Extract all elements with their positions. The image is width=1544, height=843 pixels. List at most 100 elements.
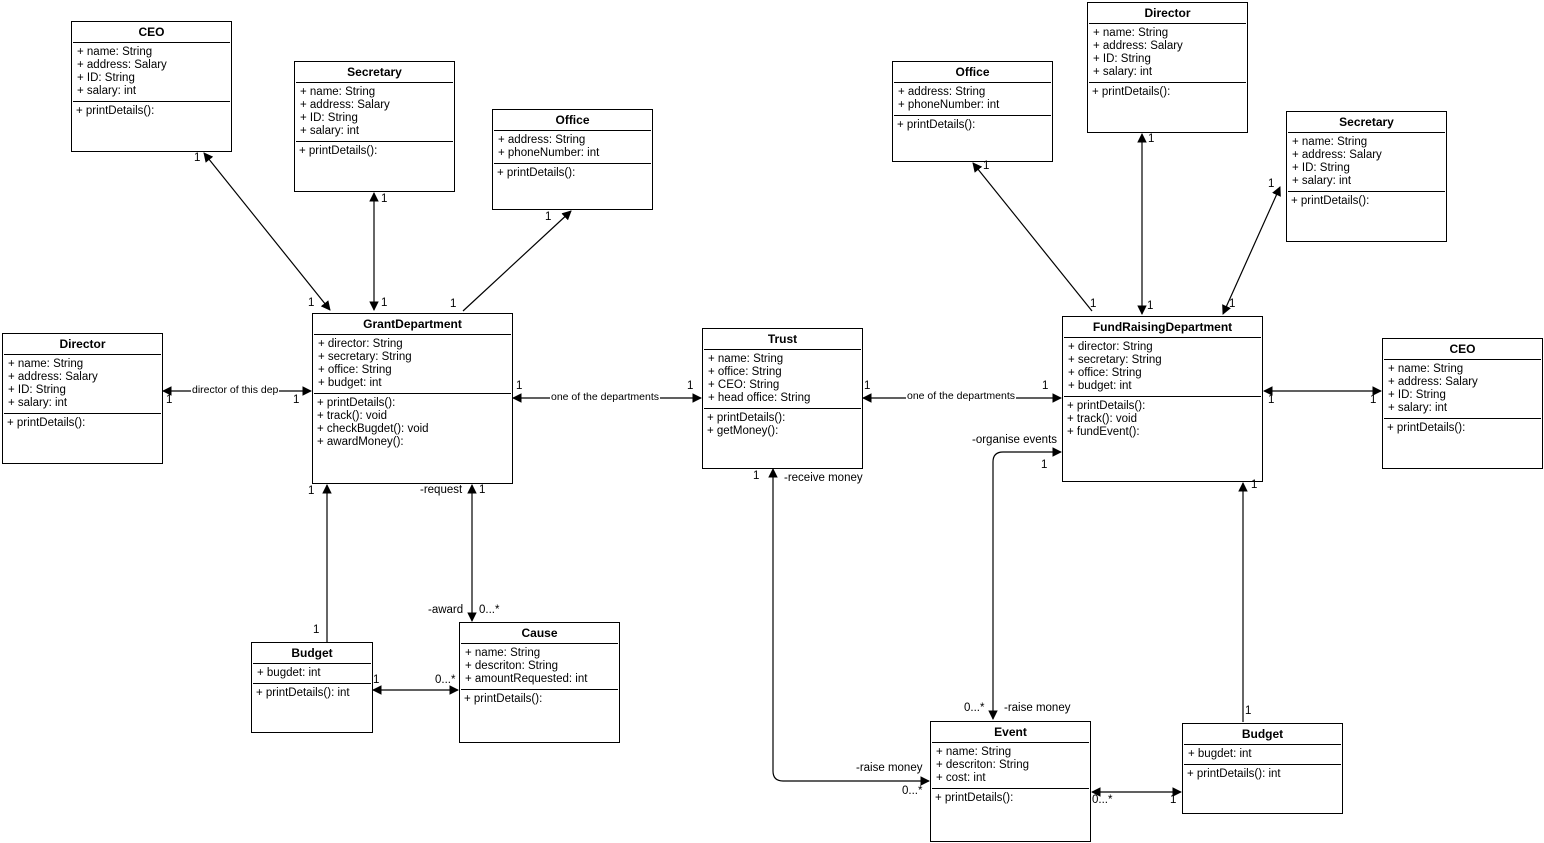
attribute-row: + salary: int [1292,175,1352,187]
mult-fundraising-office: 1 [1090,298,1097,310]
operation-row: + printDetails(): [497,167,576,179]
operation-row: + printDetails(): [1291,195,1370,207]
mult-grant-secretary: 1 [381,297,388,309]
attribute-row: + name: String [1292,136,1368,148]
class-cause[interactable]: Cause + name: String + descriton: String + … [459,622,620,743]
class-office-left[interactable]: Office + address: String + phoneNumber: in… [492,109,653,210]
mult-fundraising-trust: 1 [1042,380,1049,392]
class-title: Office [894,62,1051,83]
class-attributes: + director: String + secretary: String + o… [314,335,511,394]
operation-row: + getMoney(): [707,425,779,437]
operation-row: + printDetails(): [1067,400,1146,412]
mult-grant-director: 1 [293,394,300,406]
class-title: Budget [1184,724,1341,745]
attribute-row: + office: String [708,366,782,378]
attribute-row: + director: String [1068,341,1153,353]
class-title: Event [932,722,1089,743]
attribute-row: + ID: String [1388,389,1446,401]
operation-row: + printDetails(): [76,105,155,117]
mult-cause-budget: 0...* [435,674,456,686]
attribute-row: + address: Salary [8,371,98,383]
operation-row: + fundEvent(): [1067,426,1140,438]
class-secretary-left[interactable]: Secretary + name: String + address: Salary… [294,61,455,192]
attribute-row: + secretary: String [318,351,412,363]
class-attributes: + name: String + descriton: String + amoun… [461,644,618,690]
event-trust-link [768,468,930,786]
operation-row: + printDetails(): [317,397,396,409]
mult-director-right: 1 [1148,133,1155,145]
class-trust[interactable]: Trust + name: String + office: String + CEO… [702,328,863,469]
attribute-row: + name: String [1093,27,1169,39]
class-budget-left[interactable]: Budget + bugdet: int + printDetails(): int [251,642,373,733]
attribute-row: + name: String [1388,363,1464,375]
mult-trust-grant: 1 [687,380,694,392]
class-attributes: + name: String + office: String + CEO: Str… [704,350,861,409]
class-ceo-left[interactable]: CEO + name: String + address: Salary + ID: … [71,21,232,152]
mult-budget-grant: 1 [313,624,320,636]
mult-grant-cause: 1 [479,484,486,496]
class-operations: + printDetails(): [1383,419,1542,438]
class-operations: + printDetails(): + track(): void + checkB… [313,394,512,452]
attribute-row: + amountRequested: int [465,673,588,685]
label-award: -award [428,604,464,616]
class-attributes: + name: String + address: Salary + ID: Str… [1384,360,1541,419]
attribute-row: + salary: int [77,85,137,97]
attribute-row: + cost: int [936,772,986,784]
class-office-right[interactable]: Office + address: String + phoneNumber: in… [892,61,1053,162]
operation-row: + printDetails(): int [256,687,350,699]
attribute-row: + budget: int [318,377,382,389]
label-raise-money-top: -raise money [1004,702,1071,714]
class-operations: + printDetails(): + track(): void + fundEv… [1063,397,1262,442]
class-attributes: + name: String + address: Salary + ID: Str… [296,83,453,142]
operation-row: + printDetails(): [707,412,786,424]
mult-trust-event: 1 [753,470,760,482]
class-attributes: + director: String + secretary: String + o… [1064,338,1261,397]
mult-office-right: 1 [983,160,990,172]
mult-grant-ceo: 1 [308,297,315,309]
attribute-row: + address: Salary [300,99,390,111]
class-title: Secretary [1288,112,1445,133]
label-request: -request [420,484,463,496]
class-director-left[interactable]: Director + name: String + address: Salary +… [2,333,163,464]
class-operations: + printDetails(): [493,164,652,183]
label-one-of-departments-left: one of the departments [550,391,660,404]
attribute-row: + ID: String [300,112,358,124]
attribute-row: + address: String [498,134,586,146]
operation-row: + printDetails(): [935,792,1014,804]
label-organise-events: -organise events [972,434,1058,446]
mult-fundraising-director: 1 [1147,300,1154,312]
attribute-row: + bugdet: int [257,667,321,679]
attribute-row: + office: String [318,364,392,376]
attribute-row: + address: Salary [1093,40,1183,52]
class-event[interactable]: Event + name: String + descriton: String + … [930,721,1091,842]
class-budget-right[interactable]: Budget + bugdet: int + printDetails(): int [1182,723,1343,814]
class-secretary-right[interactable]: Secretary + name: String + address: Salary… [1286,111,1447,242]
attribute-row: + ID: String [1093,53,1151,65]
mult-budget-event: 1 [1170,794,1177,806]
mult-grant-office: 1 [450,298,457,310]
class-fundraising-department[interactable]: FundRaisingDepartment + director: String +… [1062,316,1263,482]
mult-fundraising-budget: 1 [1251,479,1258,491]
attribute-row: + name: String [465,647,541,659]
label-raise-money-left: -raise money [856,762,923,774]
class-attributes: + name: String + address: Salary + ID: Str… [4,355,161,414]
class-director-right[interactable]: Director + name: String + address: Salary +… [1087,2,1248,133]
mult-cause-grant: 0...* [479,604,500,616]
class-attributes: + name: String + address: Salary + ID: Str… [1288,133,1445,192]
class-title: CEO [1384,339,1541,360]
class-ceo-right[interactable]: CEO + name: String + address: Salary + ID: … [1382,338,1543,469]
class-operations: + printDetails(): + getMoney(): [703,409,862,441]
class-title: Director [1089,3,1246,24]
mult-secretary-right: 1 [1268,178,1275,190]
class-operations: + printDetails(): [1088,83,1247,102]
mult-ceo-fundraising: 1 [1370,394,1377,406]
attribute-row: + salary: int [1388,402,1448,414]
operation-row: + printDetails(): [7,417,86,429]
class-operations: + printDetails(): [893,116,1052,135]
class-title: FundRaisingDepartment [1064,317,1261,338]
class-operations: + printDetails(): [295,142,454,161]
class-grant-department[interactable]: GrantDepartment + director: String + secre… [312,313,513,484]
attribute-row: + name: String [77,46,153,58]
operation-row: + printDetails(): [464,693,543,705]
operation-row: + printDetails(): [299,145,378,157]
